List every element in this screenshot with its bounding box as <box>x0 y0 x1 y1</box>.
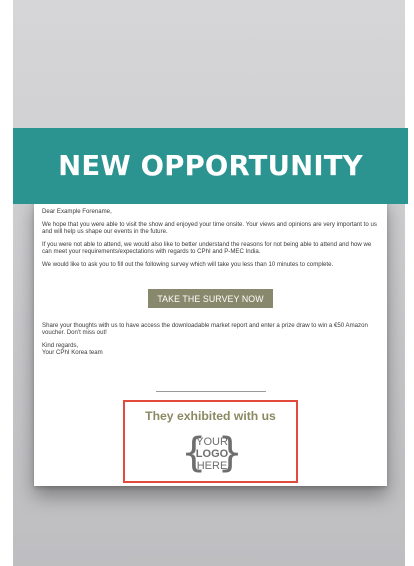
section-divider <box>156 391 266 392</box>
email-body-top: Dear Example Forename, We hope that you … <box>42 208 378 274</box>
logo-placeholder: { YOUR LOGO HERE } <box>181 430 243 476</box>
email-signature: Your CPhI Korea team <box>42 349 103 357</box>
email-greeting: Dear Example Forename, <box>42 208 112 215</box>
email-paragraph-4: Share your thoughts with us to have acce… <box>42 322 368 337</box>
new-opportunity-banner: NEW OPPORTUNITY <box>13 128 408 204</box>
logo-brace-right-icon: } <box>217 430 243 476</box>
email-body-bottom: Share your thoughts with us to have acce… <box>42 322 378 362</box>
exhibitor-highlight-box: They exhibited with us { YOUR LOGO HERE … <box>123 400 298 483</box>
cta-container: TAKE THE SURVEY NOW <box>34 289 387 308</box>
email-paragraph-1: We hope that you were able to visit the … <box>42 220 377 236</box>
exhibitor-title: They exhibited with us <box>145 409 276 423</box>
take-survey-button[interactable]: TAKE THE SURVEY NOW <box>148 289 273 308</box>
email-signoff: Kind regards, <box>42 341 79 349</box>
banner-title: NEW OPPORTUNITY <box>58 150 363 182</box>
email-paragraph-3: We would like to ask you to fill out the… <box>42 260 334 268</box>
email-paragraph-2: If you were not able to attend, we would… <box>42 240 372 256</box>
